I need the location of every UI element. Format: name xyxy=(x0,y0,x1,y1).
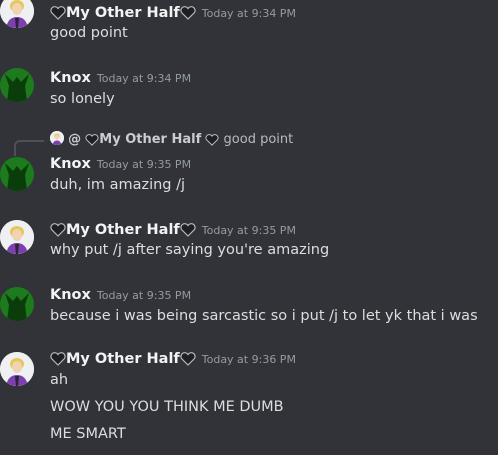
green-alien-avatar-icon xyxy=(0,157,34,191)
message-text: because i was being sarcastic so i put /… xyxy=(50,308,478,324)
message-text: ah xyxy=(50,372,69,388)
timestamp[interactable]: Today at 9:34 PM xyxy=(202,7,296,20)
avatar[interactable] xyxy=(0,220,34,254)
green-alien-avatar-icon xyxy=(0,287,34,321)
black-heart-icon xyxy=(180,351,196,366)
timestamp[interactable]: Today at 9:34 PM xyxy=(97,72,191,85)
message-text: duh, im amazing /j xyxy=(50,177,186,193)
blonde-person-avatar-icon xyxy=(0,0,34,28)
author-name[interactable]: Knox xyxy=(50,70,91,86)
message-header: My Other Half Today at 9:34 PM xyxy=(50,2,296,22)
reply-avatar xyxy=(50,131,64,145)
blonde-person-avatar-icon xyxy=(50,131,64,145)
message-header: Knox Today at 9:34 PM xyxy=(50,67,191,87)
mention-at: @ xyxy=(68,132,82,147)
author-name[interactable]: Knox xyxy=(50,287,91,303)
black-heart-icon xyxy=(50,5,66,20)
reply-spine xyxy=(14,140,44,156)
author-name[interactable]: My Other Half xyxy=(66,5,180,21)
reply-text: good point xyxy=(223,132,294,147)
black-heart-icon xyxy=(50,351,66,366)
timestamp[interactable]: Today at 9:35 PM xyxy=(97,289,191,302)
avatar[interactable] xyxy=(0,157,34,191)
avatar[interactable] xyxy=(0,287,34,321)
avatar[interactable] xyxy=(0,0,34,28)
message-header: Knox Today at 9:35 PM xyxy=(50,284,191,304)
author-name[interactable]: Knox xyxy=(50,156,91,172)
blonde-person-avatar-icon xyxy=(0,352,34,386)
black-heart-icon xyxy=(205,133,219,146)
green-alien-avatar-icon xyxy=(0,68,34,102)
message-header: My Other Half Today at 9:35 PM xyxy=(50,219,296,239)
message-text: ME SMART xyxy=(50,426,126,442)
message-header: My Other Half Today at 9:36 PM xyxy=(50,348,296,368)
avatar[interactable] xyxy=(0,68,34,102)
avatar[interactable] xyxy=(0,352,34,386)
reply-preview[interactable]: @ My Other Half good point xyxy=(50,131,293,149)
reply-author[interactable]: My Other Half xyxy=(99,132,201,147)
message-header: Knox Today at 9:35 PM xyxy=(50,153,191,173)
timestamp[interactable]: Today at 9:35 PM xyxy=(97,158,191,171)
message-text: why put /j after saying you're amazing xyxy=(50,242,330,258)
black-heart-icon xyxy=(180,222,196,237)
author-name[interactable]: My Other Half xyxy=(66,222,180,238)
message-text: good point xyxy=(50,25,128,41)
black-heart-icon xyxy=(85,133,99,146)
author-name[interactable]: My Other Half xyxy=(66,351,180,367)
message-text: so lonely xyxy=(50,91,115,107)
blonde-person-avatar-icon xyxy=(0,220,34,254)
black-heart-icon xyxy=(50,222,66,237)
timestamp[interactable]: Today at 9:36 PM xyxy=(202,353,296,366)
message-text: WOW YOU YOU THINK ME DUMB xyxy=(50,399,284,415)
black-heart-icon xyxy=(180,5,196,20)
timestamp[interactable]: Today at 9:35 PM xyxy=(202,224,296,237)
